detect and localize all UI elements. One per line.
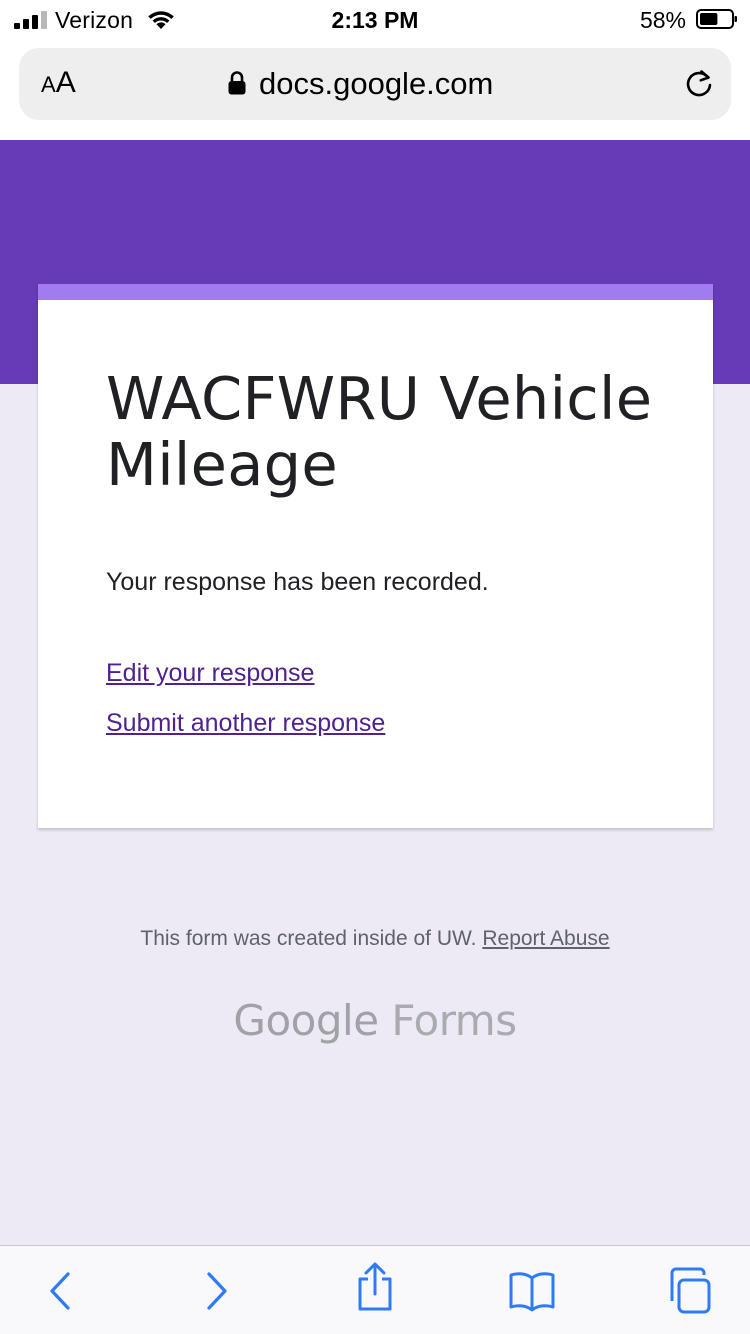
submit-another-response-link[interactable]: Submit another response	[106, 709, 385, 738]
footer-notice: This form was created inside of UW. Repo…	[0, 927, 750, 951]
tabs-icon	[670, 1267, 711, 1314]
google-forms-logo[interactable]: Google Forms	[0, 996, 750, 1045]
text-size-large-label: A	[55, 66, 76, 99]
share-button[interactable]	[345, 1262, 405, 1312]
footer-notice-text: This form was created inside of UW.	[140, 927, 477, 950]
confirmation-message: Your response has been recorded.	[106, 568, 489, 596]
forward-button[interactable]	[187, 1266, 247, 1316]
response-card: WACFWRU Vehicle Mileage Your response ha…	[38, 284, 713, 828]
battery-icon	[696, 9, 737, 29]
logo-google-word: Google	[233, 996, 379, 1045]
bookmarks-button[interactable]	[502, 1266, 562, 1316]
browser-toolbar	[0, 1245, 750, 1334]
browser-chrome: AA docs.google.com	[0, 42, 750, 140]
back-icon	[50, 1272, 70, 1310]
bookmarks-icon	[509, 1272, 555, 1312]
text-size-small-label: A	[41, 72, 56, 97]
lock-icon	[228, 71, 246, 95]
reload-icon[interactable]	[683, 68, 715, 100]
clock: 2:13 PM	[331, 7, 419, 33]
text-size-button[interactable]: AA	[41, 66, 76, 102]
logo-forms-word: Forms	[391, 996, 517, 1045]
battery-percentage: 58%	[639, 7, 686, 33]
form-title: WACFWRU Vehicle Mileage	[106, 364, 653, 499]
tabs-button[interactable]	[658, 1266, 718, 1316]
screen: Verizon 2:13 PM 58% AA docs.google.com W…	[0, 0, 750, 1334]
report-abuse-link[interactable]: Report Abuse	[482, 927, 609, 950]
back-button[interactable]	[30, 1266, 90, 1316]
share-icon	[358, 1262, 392, 1311]
card-accent-bar	[38, 284, 713, 300]
edit-response-link[interactable]: Edit your response	[106, 659, 314, 688]
status-bar: Verizon 2:13 PM 58%	[0, 0, 750, 42]
forward-icon	[207, 1272, 227, 1310]
url-text[interactable]: docs.google.com	[259, 66, 493, 102]
address-bar[interactable]: AA docs.google.com	[19, 48, 731, 120]
